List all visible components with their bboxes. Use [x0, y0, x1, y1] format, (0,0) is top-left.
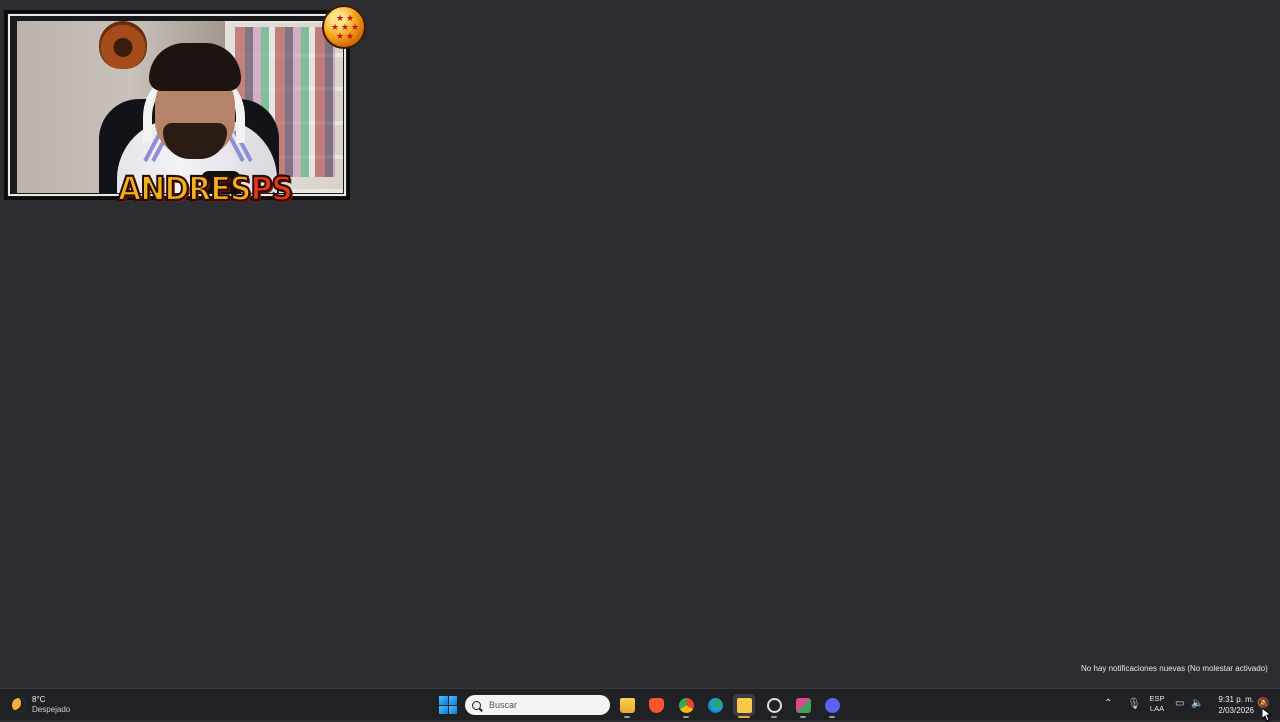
- network-icon[interactable]: ▭: [1175, 698, 1187, 709]
- weather-temperature: 8°C: [32, 695, 46, 704]
- moon-icon: [12, 698, 26, 712]
- taskbar-chrome[interactable]: [675, 694, 697, 718]
- taskbar-sticky-notes[interactable]: [733, 694, 755, 718]
- search-placeholder: Buscar: [489, 700, 518, 710]
- taskbar-search-input[interactable]: Buscar: [465, 695, 610, 715]
- taskbar-edge[interactable]: [704, 694, 726, 716]
- guitar-image: [99, 21, 147, 69]
- volume-icon[interactable]: 🔈: [1191, 698, 1203, 710]
- taskbar-obs[interactable]: [763, 694, 785, 718]
- microphone-icon[interactable]: 🎙: [1127, 698, 1141, 711]
- chrome-icon: [678, 697, 694, 713]
- sticky-notes-icon: [736, 697, 752, 713]
- taskbar-discord[interactable]: [821, 694, 843, 718]
- search-icon: [472, 700, 481, 710]
- taskbar-file-explorer[interactable]: [616, 694, 638, 718]
- clock-date: 2/03/2026: [1218, 706, 1254, 715]
- weather-widget[interactable]: 8°C Despejado: [12, 693, 70, 717]
- game-app-icon: [795, 697, 811, 713]
- notification-tooltip: No hay notificaciones nuevas (No molesta…: [1077, 662, 1272, 675]
- dragonball-icon: ★ ★ ★ ★ ★ ★ ★: [322, 5, 366, 49]
- obs-icon: [766, 697, 782, 713]
- desktop: ANDRESPS ★ ★ ★ ★ ★ ★ ★ No hay notificaciones…: [0, 0, 1280, 688]
- taskbar: 8°C Despejado Buscar ⌃ 🎙 ESP LAA ▭ 🔈 9:3…: [0, 688, 1280, 720]
- clock-time: 9:31 p. m.: [1218, 695, 1254, 704]
- brave-lion-icon: [648, 697, 664, 713]
- start-button[interactable]: [439, 696, 457, 714]
- taskbar-clock[interactable]: 9:31 p. m. 2/03/2026: [1208, 694, 1254, 716]
- input-language-indicator[interactable]: ESP LAA: [1146, 694, 1168, 714]
- discord-icon: [824, 697, 840, 713]
- folder-icon: [619, 697, 635, 713]
- streamer-name-logo: ANDRESPS: [117, 169, 294, 210]
- taskbar-brave[interactable]: [645, 694, 667, 716]
- edge-icon: [707, 697, 723, 713]
- taskbar-game-app[interactable]: [792, 694, 814, 718]
- weather-description: Despejado: [32, 705, 71, 714]
- windows-logo-icon: [439, 696, 448, 705]
- webcam-video: [17, 21, 343, 193]
- show-hidden-icons-chevron-icon[interactable]: ⌃: [1104, 699, 1114, 709]
